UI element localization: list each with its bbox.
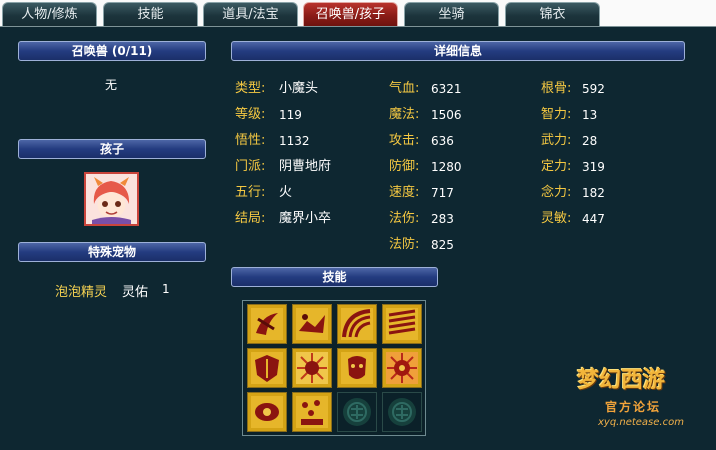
skill-slot[interactable] xyxy=(337,348,377,388)
skill-slot-empty[interactable] xyxy=(337,392,377,432)
tab-bar: 人物/修炼 技能 道具/法宝 召唤兽/孩子 坐骑 锦衣 xyxy=(0,0,716,27)
empty-slot-icon xyxy=(338,393,376,431)
tab-character[interactable]: 人物/修炼 xyxy=(2,2,97,26)
tab-summon-child[interactable]: 召唤兽/孩子 xyxy=(303,2,398,26)
skill-slot-empty[interactable] xyxy=(382,392,422,432)
watermark-subtitle: 官方论坛 xyxy=(605,400,662,414)
stat-value-level: 119 xyxy=(279,108,302,122)
stat-label-agility: 灵敏: xyxy=(541,211,572,226)
skill-icon-10 xyxy=(293,393,331,431)
stat-label-intellect: 智力: xyxy=(541,107,572,122)
stat-value-mdamage: 283 xyxy=(431,212,454,226)
stat-label-element: 五行: xyxy=(235,185,266,200)
tab-mount[interactable]: 坐骑 xyxy=(404,2,499,26)
skill-icon-2 xyxy=(293,305,331,343)
stat-label-level: 等级: xyxy=(235,107,266,122)
skill-slot[interactable] xyxy=(292,348,332,388)
stat-value-attack: 636 xyxy=(431,134,454,148)
skill-icon-7 xyxy=(338,349,376,387)
skill-icon-6 xyxy=(293,349,331,387)
stat-value-constitution: 592 xyxy=(582,82,605,96)
stat-label-constitution: 根骨: xyxy=(541,81,572,96)
stat-label-attack: 攻击: xyxy=(389,133,420,148)
stat-value-mdefense: 825 xyxy=(431,238,454,252)
stat-value-agility: 447 xyxy=(582,212,605,226)
watermark-url: xyq.netease.com xyxy=(598,417,684,428)
special-pet-count: 1 xyxy=(162,282,170,296)
stat-label-mp: 魔法: xyxy=(389,107,420,122)
skill-slot[interactable] xyxy=(382,348,422,388)
stat-value-defense: 1280 xyxy=(431,160,462,174)
child-avatar[interactable] xyxy=(84,172,139,226)
skill-icon-1 xyxy=(248,305,286,343)
stat-value-type: 小魔头 xyxy=(279,81,319,96)
skill-slot[interactable] xyxy=(292,304,332,344)
stat-value-hp: 6321 xyxy=(431,82,462,96)
stat-label-ending: 结局: xyxy=(235,211,266,226)
special-pet-skill: 灵佑 xyxy=(122,285,149,300)
stat-label-mdamage: 法伤: xyxy=(389,211,420,226)
child-header: 孩子 xyxy=(18,139,206,159)
skill-icon-5 xyxy=(248,349,286,387)
stat-label-type: 类型: xyxy=(235,81,266,96)
skill-grid xyxy=(242,300,426,436)
stat-value-intellect: 13 xyxy=(582,108,598,122)
stat-label-insight: 悟性: xyxy=(235,133,266,148)
summon-empty-text: 无 xyxy=(105,78,118,92)
summon-header: 召唤兽 (0/11) xyxy=(18,41,206,61)
empty-slot-icon xyxy=(383,393,421,431)
special-pet-name[interactable]: 泡泡精灵 xyxy=(55,281,107,300)
skill-slot[interactable] xyxy=(247,304,287,344)
stat-value-speed: 717 xyxy=(431,186,454,200)
stat-label-mdefense: 法防: xyxy=(389,237,420,252)
child-portrait-icon xyxy=(86,174,137,224)
stat-value-endurance: 319 xyxy=(582,160,605,174)
skill-slot[interactable] xyxy=(247,348,287,388)
tab-outfit[interactable]: 锦衣 xyxy=(505,2,600,26)
detail-header: 详细信息 xyxy=(231,41,685,61)
skill-icon-4 xyxy=(383,305,421,343)
skill-slot[interactable] xyxy=(337,304,377,344)
watermark-logo: 梦幻西游 xyxy=(577,367,666,393)
stat-value-school: 阴曹地府 xyxy=(279,159,332,174)
skill-icon-8 xyxy=(383,349,421,387)
stat-label-hp: 气血: xyxy=(389,81,420,96)
stat-label-willpower: 念力: xyxy=(541,185,572,200)
stat-value-mp: 1506 xyxy=(431,108,462,122)
stat-value-strength: 28 xyxy=(582,134,598,148)
stat-value-ending: 魔界小卒 xyxy=(279,211,332,226)
skill-icon-3 xyxy=(338,305,376,343)
stat-label-school: 门派: xyxy=(235,159,266,174)
skill-slot[interactable] xyxy=(247,392,287,432)
stat-label-endurance: 定力: xyxy=(541,159,572,174)
stat-value-insight: 1132 xyxy=(279,134,310,148)
skill-slot[interactable] xyxy=(382,304,422,344)
tab-items[interactable]: 道具/法宝 xyxy=(203,2,298,26)
stat-value-element: 火 xyxy=(279,185,293,200)
skill-slot[interactable] xyxy=(292,392,332,432)
stat-label-speed: 速度: xyxy=(389,185,420,200)
stat-label-strength: 武力: xyxy=(541,133,572,148)
skills-header: 技能 xyxy=(231,267,438,287)
stat-value-willpower: 182 xyxy=(582,186,605,200)
special-pet-header: 特殊宠物 xyxy=(18,242,206,262)
skill-icon-9 xyxy=(248,393,286,431)
tab-divider xyxy=(0,26,716,27)
tab-skills[interactable]: 技能 xyxy=(103,2,198,26)
stat-label-defense: 防御: xyxy=(389,159,420,174)
